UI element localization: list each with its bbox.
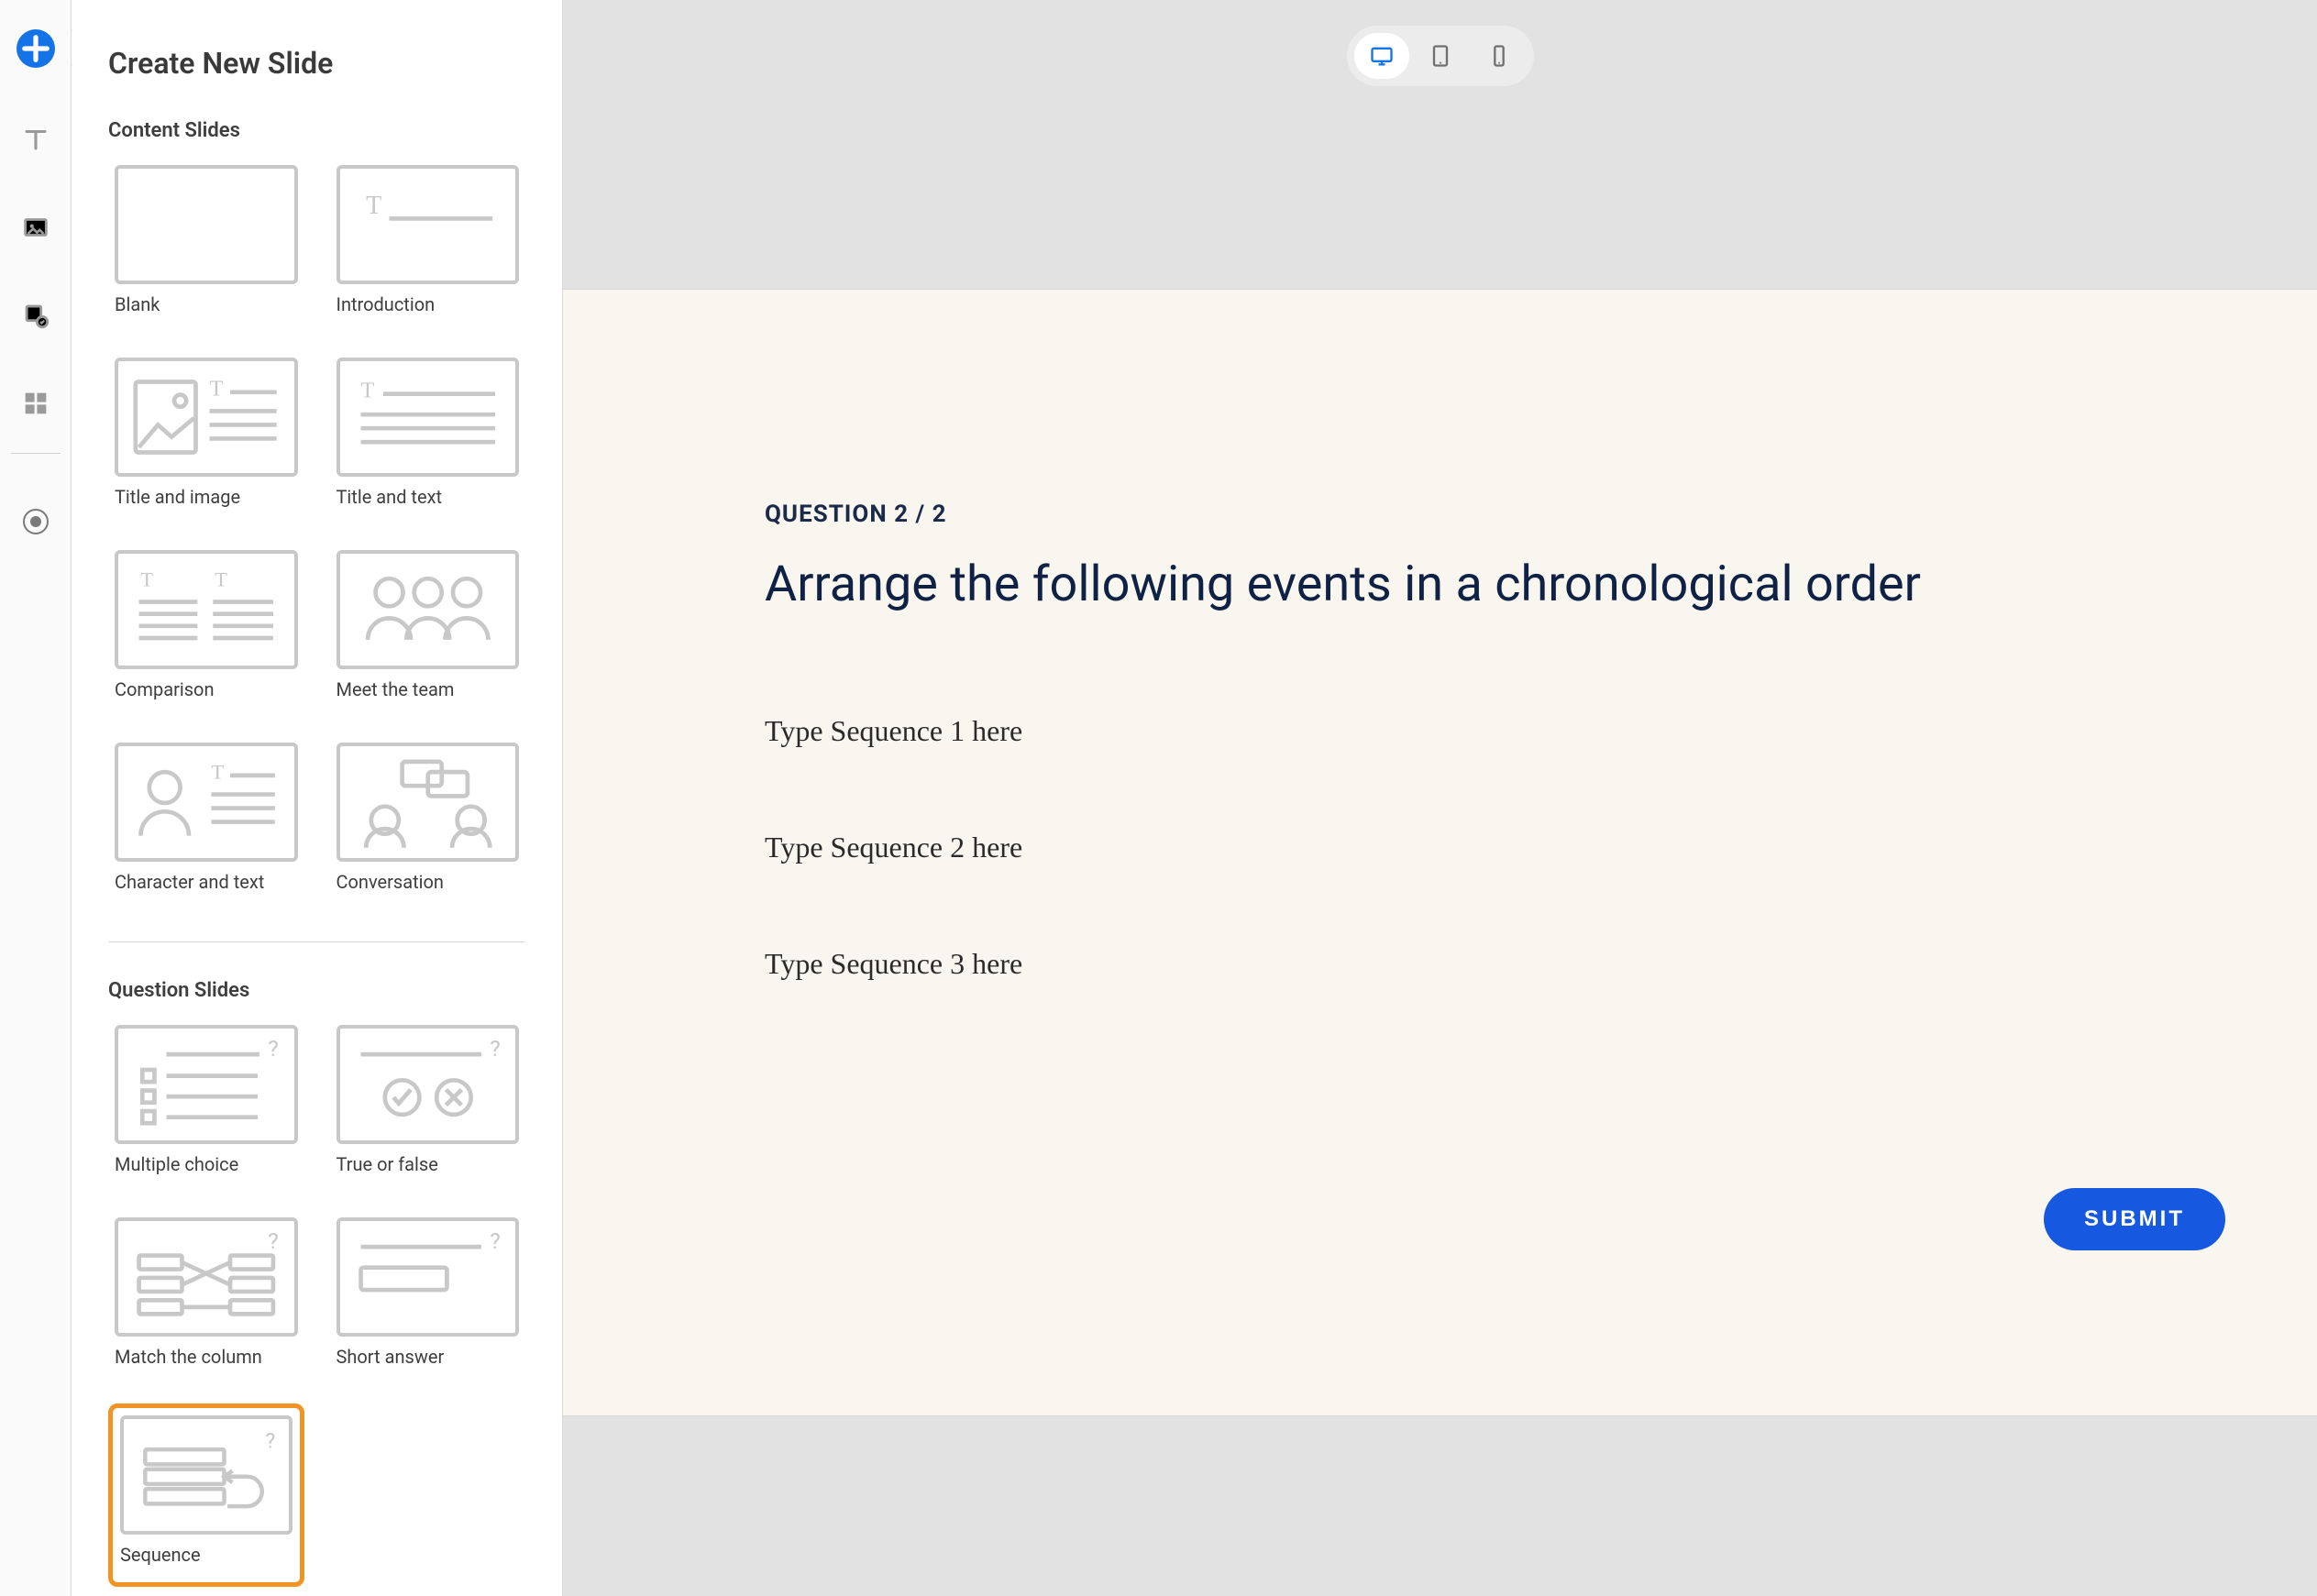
template-label: Title and image bbox=[115, 486, 298, 508]
svg-text:?: ? bbox=[490, 1227, 501, 1254]
left-rail bbox=[0, 0, 72, 1596]
template-label: Meet the team bbox=[337, 678, 520, 700]
question-title[interactable]: Arrange the following events in a chrono… bbox=[765, 556, 2115, 613]
template-label: True or false bbox=[337, 1153, 520, 1175]
question-counter[interactable]: QUESTION 2 / 2 bbox=[765, 501, 2115, 528]
template-label: Comparison bbox=[115, 678, 298, 700]
device-desktop-button[interactable] bbox=[1354, 33, 1409, 79]
template-sequence[interactable]: ? Sequence bbox=[108, 1403, 304, 1587]
template-title-and-image[interactable]: T Title and image bbox=[108, 351, 304, 527]
template-label: Character and text bbox=[115, 871, 298, 893]
template-label: Title and text bbox=[337, 486, 520, 508]
record-icon[interactable] bbox=[23, 509, 49, 534]
template-match-the-column[interactable]: ? Match the column bbox=[108, 1211, 304, 1387]
content-slides-heading: Content Slides bbox=[108, 119, 525, 142]
template-true-or-false[interactable]: ? True or false bbox=[330, 1018, 526, 1194]
template-label: Sequence bbox=[120, 1544, 292, 1566]
svg-text:T: T bbox=[215, 568, 227, 591]
panel-divider bbox=[108, 941, 525, 942]
canvas-area: QUESTION 2 / 2 Arrange the following eve… bbox=[563, 0, 2317, 1596]
text-tool-icon[interactable] bbox=[19, 123, 52, 156]
template-comparison[interactable]: T T Comparison bbox=[108, 544, 304, 720]
svg-text:?: ? bbox=[265, 1427, 275, 1453]
panel-title: Create New Slide bbox=[108, 46, 525, 81]
svg-text:?: ? bbox=[490, 1035, 501, 1062]
panel-notch bbox=[72, 29, 90, 66]
template-label: Match the column bbox=[115, 1346, 298, 1368]
submit-button[interactable]: SUBMIT bbox=[2044, 1188, 2225, 1250]
sequence-item-2[interactable]: Type Sequence 2 here bbox=[765, 831, 2115, 864]
template-label: Introduction bbox=[337, 293, 520, 315]
template-meet-the-team[interactable]: Meet the team bbox=[330, 544, 526, 720]
device-tablet-button[interactable] bbox=[1413, 33, 1468, 79]
svg-text:T: T bbox=[366, 192, 381, 220]
template-label: Short answer bbox=[337, 1346, 520, 1368]
svg-text:T: T bbox=[210, 377, 224, 402]
svg-text:?: ? bbox=[268, 1035, 279, 1062]
device-switcher bbox=[1347, 26, 1534, 86]
template-title-and-text[interactable]: T Title and text bbox=[330, 351, 526, 527]
interaction-tool-icon[interactable] bbox=[19, 299, 52, 332]
rail-divider bbox=[11, 453, 61, 454]
template-short-answer[interactable]: ? Short answer bbox=[330, 1211, 526, 1387]
add-slide-button[interactable] bbox=[17, 29, 55, 68]
template-blank[interactable]: Blank bbox=[108, 159, 304, 335]
sequence-item-1[interactable]: Type Sequence 1 here bbox=[765, 714, 2115, 748]
svg-text:?: ? bbox=[268, 1227, 279, 1254]
media-tool-icon[interactable] bbox=[19, 211, 52, 244]
question-slides-heading: Question Slides bbox=[108, 979, 525, 1002]
content-templates-grid: Blank T Introduction T bbox=[108, 159, 525, 912]
sequence-item-3[interactable]: Type Sequence 3 here bbox=[765, 947, 2115, 981]
svg-text:T: T bbox=[360, 378, 374, 402]
template-label: Blank bbox=[115, 293, 298, 315]
template-label: Conversation bbox=[337, 871, 520, 893]
template-character-and-text[interactable]: T Character and text bbox=[108, 736, 304, 912]
slide-canvas: QUESTION 2 / 2 Arrange the following eve… bbox=[563, 289, 2317, 1416]
create-slide-panel: Create New Slide Content Slides Blank T … bbox=[72, 0, 563, 1596]
template-conversation[interactable]: Conversation bbox=[330, 736, 526, 912]
svg-text:T: T bbox=[140, 568, 153, 591]
device-mobile-button[interactable] bbox=[1472, 33, 1527, 79]
components-tool-icon[interactable] bbox=[19, 387, 52, 420]
template-multiple-choice[interactable]: ? Multiple choice bbox=[108, 1018, 304, 1194]
svg-text:T: T bbox=[211, 761, 224, 784]
question-templates-grid: ? Multiple choice ? bbox=[108, 1018, 525, 1587]
template-introduction[interactable]: T Introduction bbox=[330, 159, 526, 335]
template-label: Multiple choice bbox=[115, 1153, 298, 1175]
